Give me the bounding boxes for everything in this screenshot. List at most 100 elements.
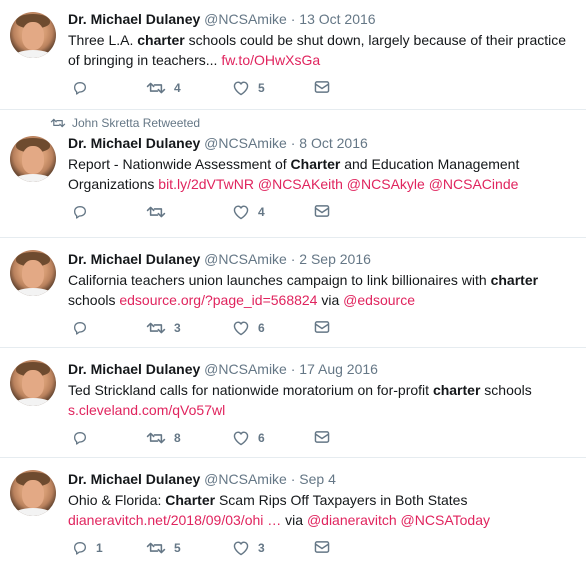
- tweet-text-segment: Three L.A.: [68, 32, 138, 48]
- reply-icon: [74, 542, 86, 555]
- url-link[interactable]: s.cleveland.com/qVo57wl: [68, 402, 225, 418]
- reply-button[interactable]: [72, 320, 96, 336]
- heart-icon: [233, 205, 249, 220]
- retweet-button[interactable]: [146, 204, 174, 220]
- avatar[interactable]: [10, 360, 56, 406]
- envelope-icon: [314, 431, 330, 443]
- tweet-actions: 8 6: [68, 430, 576, 450]
- direct-message-button[interactable]: [314, 80, 330, 94]
- url-link[interactable]: dianeravitch.net/2018/09/03/ohi: [68, 512, 263, 528]
- author-name[interactable]: Dr. Michael Dulaney: [68, 251, 200, 267]
- like-button[interactable]: 5: [232, 80, 265, 96]
- mention-link[interactable]: @edsource: [343, 292, 415, 308]
- tweet-date[interactable]: 8 Oct 2016: [299, 135, 368, 151]
- tweet[interactable]: Dr. Michael Dulaney @NCSAmike · 13 Oct 2…: [0, 0, 586, 110]
- mention-link[interactable]: @NCSAkyle: [347, 176, 425, 192]
- like-button[interactable]: 4: [232, 204, 265, 220]
- retweet-count: 3: [174, 321, 181, 335]
- author-handle[interactable]: @NCSAmike: [204, 135, 287, 151]
- reply-count: 1: [96, 541, 103, 555]
- author-name[interactable]: Dr. Michael Dulaney: [68, 135, 200, 151]
- tweet-actions: 3 6: [68, 320, 576, 340]
- tweet-header: Dr. Michael Dulaney @NCSAmike · 17 Aug 2…: [68, 360, 576, 378]
- like-button[interactable]: 6: [232, 430, 265, 446]
- author-handle[interactable]: @NCSAmike: [204, 471, 287, 487]
- retweet-button[interactable]: 8: [146, 430, 181, 446]
- retweet-banner: John Skretta Retweeted: [50, 116, 200, 130]
- url-link[interactable]: bit.ly/2dVTwNR: [158, 176, 254, 192]
- author-handle[interactable]: @NCSAmike: [204, 251, 287, 267]
- reply-icon: [74, 206, 86, 219]
- tweet-header: Dr. Michael Dulaney @NCSAmike · 13 Oct 2…: [68, 10, 576, 28]
- tweet-date[interactable]: Sep 4: [299, 471, 336, 487]
- like-count: 3: [258, 541, 265, 555]
- tweet-header: Dr. Michael Dulaney @NCSAmike · 2 Sep 20…: [68, 250, 576, 268]
- separator: ·: [286, 11, 300, 27]
- separator: ·: [286, 361, 300, 377]
- envelope-icon: [314, 205, 330, 217]
- tweet-text-segment: schools: [68, 292, 120, 308]
- tweet-actions: 4: [68, 204, 576, 224]
- heart-icon: [233, 541, 249, 556]
- retweet-button[interactable]: 3: [146, 320, 181, 336]
- reply-button[interactable]: [72, 80, 96, 96]
- author-handle[interactable]: @NCSAmike: [204, 361, 287, 377]
- retweet-icon: [146, 322, 166, 334]
- tweet-date[interactable]: 2 Sep 2016: [299, 251, 371, 267]
- like-button[interactable]: 6: [232, 320, 265, 336]
- tweet-date[interactable]: 13 Oct 2016: [299, 11, 375, 27]
- retweeted-by[interactable]: John Skretta Retweeted: [72, 116, 200, 130]
- reply-button[interactable]: [72, 430, 96, 446]
- retweet-icon: [146, 206, 166, 218]
- retweet-count: 4: [174, 81, 181, 95]
- tweet-text: Report - Nationwide Assessment of Charte…: [68, 154, 576, 194]
- retweet-count: 5: [174, 541, 181, 555]
- avatar[interactable]: [10, 470, 56, 516]
- keyword-highlight: charter: [432, 382, 481, 398]
- reply-icon: [74, 432, 86, 445]
- url-link[interactable]: edsource.org/?page_id=568824: [119, 292, 317, 308]
- heart-icon: [233, 81, 249, 96]
- tweet[interactable]: Dr. Michael Dulaney @NCSAmike · Sep 4 Oh…: [0, 458, 586, 570]
- tweet-text: Three L.A. charter schools could be shut…: [68, 30, 576, 70]
- heart-icon: [233, 431, 249, 446]
- tweet-text-segment: Ohio & Florida:: [68, 492, 166, 508]
- retweet-button[interactable]: 4: [146, 80, 181, 96]
- tweet-text-segment: schools: [480, 382, 532, 398]
- like-count: 6: [258, 431, 265, 445]
- avatar[interactable]: [10, 136, 56, 182]
- tweet[interactable]: Dr. Michael Dulaney @NCSAmike · 17 Aug 2…: [0, 348, 586, 458]
- reply-icon: [74, 322, 86, 335]
- tweet-text: California teachers union launches campa…: [68, 270, 576, 310]
- tweet[interactable]: Dr. Michael Dulaney @NCSAmike · 2 Sep 20…: [0, 238, 586, 348]
- direct-message-button[interactable]: [314, 320, 330, 334]
- tweet-header: Dr. Michael Dulaney @NCSAmike · Sep 4: [68, 470, 576, 488]
- direct-message-button[interactable]: [314, 540, 330, 554]
- url-link[interactable]: …: [267, 512, 281, 528]
- tweet-feed: Dr. Michael Dulaney @NCSAmike · 13 Oct 2…: [0, 0, 586, 570]
- mention-link[interactable]: @NCSAKeith: [258, 176, 343, 192]
- author-name[interactable]: Dr. Michael Dulaney: [68, 11, 200, 27]
- tweet-date[interactable]: 17 Aug 2016: [299, 361, 378, 377]
- mention-link[interactable]: @dianeravitch: [307, 512, 397, 528]
- reply-button[interactable]: 1: [72, 540, 103, 556]
- direct-message-button[interactable]: [314, 204, 330, 218]
- envelope-icon: [314, 81, 330, 93]
- avatar[interactable]: [10, 250, 56, 296]
- like-count: 5: [258, 81, 265, 95]
- retweet-icon: [146, 542, 166, 554]
- author-handle[interactable]: @NCSAmike: [204, 11, 287, 27]
- author-name[interactable]: Dr. Michael Dulaney: [68, 361, 200, 377]
- like-button[interactable]: 3: [232, 540, 265, 556]
- mention-link[interactable]: @NCSAToday: [401, 512, 490, 528]
- direct-message-button[interactable]: [314, 430, 330, 444]
- tweet-text-segment: Ted Strickland calls for nationwide mora…: [68, 382, 433, 398]
- url-link[interactable]: fw.to/OHwXsGa: [221, 52, 320, 68]
- reply-button[interactable]: [72, 204, 96, 220]
- mention-link[interactable]: @NCSACinde: [429, 176, 519, 192]
- author-name[interactable]: Dr. Michael Dulaney: [68, 471, 200, 487]
- keyword-highlight: Charter: [290, 156, 341, 172]
- avatar[interactable]: [10, 12, 56, 58]
- retweet-button[interactable]: 5: [146, 540, 181, 556]
- tweet[interactable]: John Skretta Retweeted Dr. Michael Dulan…: [0, 110, 586, 238]
